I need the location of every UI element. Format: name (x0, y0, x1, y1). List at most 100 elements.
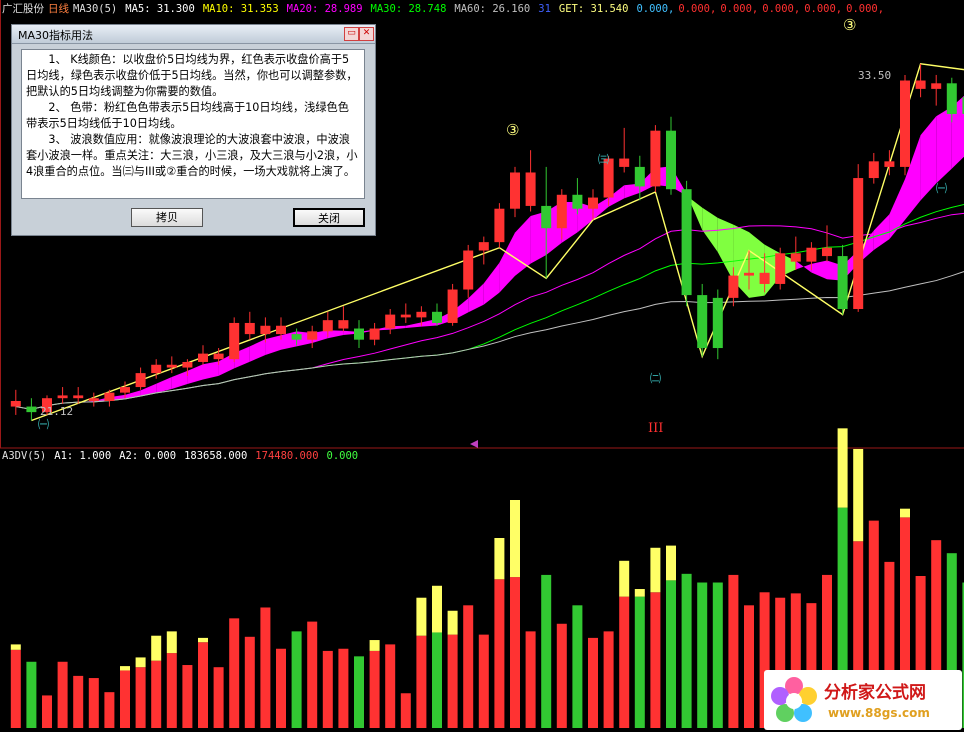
volume-bar[interactable] (104, 692, 115, 728)
volume-bar[interactable] (385, 644, 396, 728)
volume-bar[interactable] (541, 574, 552, 728)
volume-bar[interactable] (588, 637, 598, 728)
volume-bar-extra (447, 610, 458, 635)
volume-bar[interactable] (634, 589, 645, 728)
volume-bar[interactable] (463, 605, 474, 728)
candle[interactable] (229, 317, 240, 362)
volume-bar[interactable] (307, 621, 318, 728)
candle[interactable] (400, 303, 411, 323)
volume-bar[interactable] (166, 631, 177, 728)
restore-icon[interactable]: ▭ (344, 27, 359, 41)
candle[interactable] (135, 367, 146, 390)
volume-bar[interactable] (73, 675, 84, 728)
copy-button[interactable]: 拷贝 (131, 208, 203, 227)
candle[interactable] (931, 74, 942, 106)
volume-bar[interactable] (728, 574, 739, 728)
candle[interactable] (775, 247, 786, 290)
volume-bar[interactable] (276, 648, 286, 728)
volume-bar[interactable] (198, 637, 208, 728)
dialog-titlebar[interactable]: MA30指标用法 ▭ ✕ (12, 25, 375, 44)
volume-bar-body (588, 637, 598, 728)
candle-body (120, 387, 130, 393)
candle[interactable] (88, 392, 99, 407)
volume-bar[interactable] (447, 610, 458, 728)
candle[interactable] (650, 125, 661, 192)
candle[interactable] (541, 166, 552, 279)
candle[interactable] (853, 164, 864, 312)
indicator-usage-dialog[interactable]: MA30指标用法 ▭ ✕ 1、 K线颜色：以收盘价5日均线为界，红色表示收盘价高… (11, 24, 376, 236)
volume-bar[interactable] (369, 640, 380, 728)
volume-bar[interactable] (151, 635, 162, 728)
volume-bar[interactable] (354, 656, 364, 728)
site-logo[interactable]: 分析家公式网 www.88gs.com (764, 670, 962, 730)
candle[interactable] (26, 398, 37, 421)
candle[interactable] (681, 180, 692, 307)
candle[interactable] (494, 203, 505, 248)
volume-bar[interactable] (510, 500, 520, 728)
stock-name[interactable]: 广汇股份 (2, 3, 44, 15)
volume-bar[interactable] (120, 666, 130, 728)
candle[interactable] (369, 322, 380, 346)
volume-bar[interactable] (416, 597, 427, 728)
volume-bar[interactable] (213, 667, 224, 728)
volume-bar[interactable] (525, 631, 536, 728)
volume-bar[interactable] (603, 631, 614, 728)
candle[interactable] (915, 63, 926, 98)
volume-bar[interactable] (322, 650, 333, 728)
candle[interactable] (666, 116, 676, 195)
candle[interactable] (619, 127, 630, 173)
candle[interactable] (868, 152, 879, 184)
candle[interactable] (525, 150, 536, 212)
candle[interactable] (837, 244, 848, 315)
candle[interactable] (478, 236, 489, 265)
candle[interactable] (385, 309, 396, 335)
volume-bar[interactable] (478, 634, 489, 728)
volume-bar[interactable] (619, 560, 630, 728)
candle[interactable] (244, 311, 255, 340)
volume-bar[interactable] (572, 605, 583, 728)
period-label[interactable]: 日线 (48, 3, 69, 15)
volume-bar[interactable] (338, 648, 349, 728)
volume-bar[interactable] (88, 678, 99, 728)
volume-bar[interactable] (10, 644, 21, 728)
volume-bar[interactable] (26, 661, 37, 728)
volume-bar[interactable] (400, 693, 411, 728)
candle[interactable] (198, 345, 208, 365)
candle[interactable] (338, 306, 349, 332)
candle[interactable] (10, 389, 21, 415)
volume-bar[interactable] (712, 582, 723, 728)
volume-bar[interactable] (135, 657, 146, 728)
candle[interactable] (432, 303, 442, 326)
volume-bar[interactable] (244, 636, 255, 728)
volume-bar[interactable] (260, 607, 271, 728)
candle-body (463, 250, 474, 290)
volume-bar[interactable] (42, 695, 52, 728)
close-icon[interactable]: ✕ (359, 27, 374, 41)
volume-bar[interactable] (650, 547, 661, 728)
candle[interactable] (712, 289, 723, 360)
candle[interactable] (354, 320, 364, 349)
volume-bar[interactable] (556, 623, 567, 728)
volume-bar-body (556, 623, 567, 728)
candle-body (369, 328, 380, 340)
close-button[interactable]: 关闭 (293, 208, 365, 227)
candle[interactable] (900, 74, 910, 176)
volume-bar[interactable] (494, 538, 505, 728)
volume-bar[interactable] (666, 545, 676, 728)
candle[interactable] (307, 325, 318, 349)
volume-bar[interactable] (229, 618, 240, 728)
candle[interactable] (822, 225, 832, 262)
volume-bar[interactable] (291, 631, 302, 728)
candle[interactable] (463, 244, 474, 298)
candle[interactable] (447, 283, 458, 326)
candle[interactable] (697, 283, 708, 357)
volume-bar[interactable] (182, 665, 193, 728)
cursor-marker (470, 440, 478, 448)
volume-bar[interactable] (57, 661, 68, 728)
volume-bar[interactable] (432, 585, 442, 728)
candle[interactable] (510, 166, 520, 218)
volume-bar[interactable] (744, 605, 754, 728)
candle[interactable] (57, 387, 68, 404)
volume-bar[interactable] (697, 582, 708, 728)
volume-bar[interactable] (681, 573, 692, 728)
